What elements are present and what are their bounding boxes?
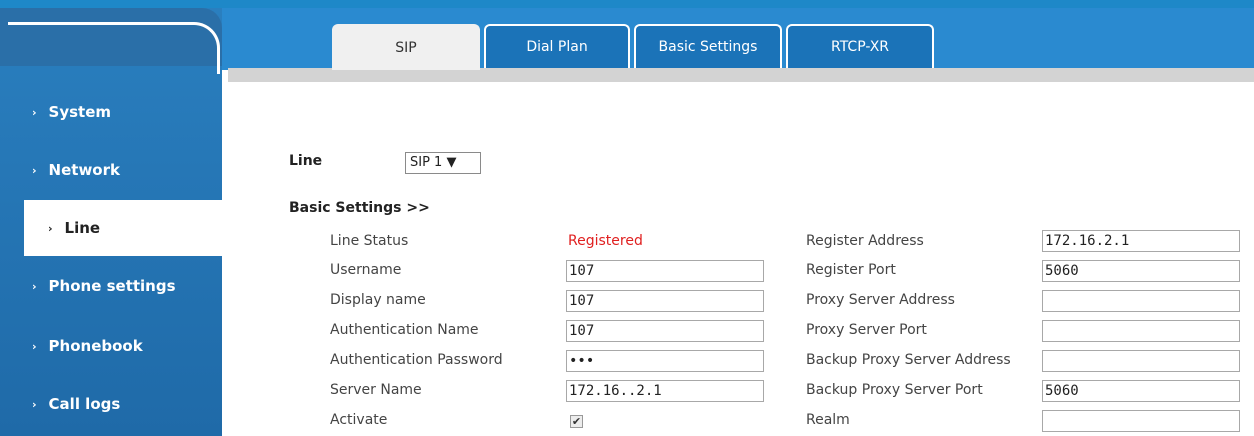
sidebar-header (0, 8, 222, 74)
display-name-field[interactable]: 107 (566, 290, 764, 312)
activate-label: Activate (330, 412, 388, 428)
sidebar-item-label: Phonebook (48, 337, 143, 355)
line-label: Line (289, 153, 323, 169)
tab-rtcp-xr[interactable]: RTCP-XR (786, 24, 934, 68)
display-name-label: Display name (330, 292, 426, 308)
auth-name-label: Authentication Name (330, 322, 479, 338)
sidebar-item-label: System (48, 103, 112, 121)
line-select[interactable]: SIP 1 ▼ (405, 152, 481, 174)
sidebar-item-label: Call logs (48, 395, 121, 413)
server-name-field[interactable]: 172.16..2.1 (566, 380, 764, 402)
top-strip (0, 0, 1254, 8)
proxy-address-field[interactable] (1042, 290, 1240, 312)
chevron-right-icon: › (48, 221, 53, 235)
tab-label: Basic Settings (658, 39, 758, 55)
sidebar-item-call-logs[interactable]: › Call logs (0, 376, 222, 432)
proxy-port-label: Proxy Server Port (806, 322, 927, 338)
chevron-right-icon: › (32, 339, 37, 353)
tab-label: RTCP-XR (830, 39, 890, 55)
chevron-right-icon: › (32, 105, 37, 119)
tab-dial-plan[interactable]: Dial Plan (484, 24, 630, 68)
backup-proxy-address-label: Backup Proxy Server Address (806, 352, 1011, 368)
section-title: Basic Settings >> (289, 200, 430, 216)
activate-checkbox[interactable]: ✔ (570, 415, 583, 428)
username-label: Username (330, 262, 402, 278)
register-address-field[interactable]: 172.16.2.1 (1042, 230, 1240, 252)
sidebar-item-label: Line (64, 219, 101, 237)
realm-field[interactable] (1042, 410, 1240, 432)
auth-password-field[interactable]: ••• (566, 350, 764, 372)
sidebar-item-label: Phone settings (48, 277, 176, 295)
tab-label: Dial Plan (526, 39, 588, 55)
proxy-address-label: Proxy Server Address (806, 292, 955, 308)
auth-name-field[interactable]: 107 (566, 320, 764, 342)
server-name-label: Server Name (330, 382, 422, 398)
sidebar-item-system[interactable]: › System (0, 84, 222, 140)
tab-sip[interactable]: SIP (332, 24, 480, 70)
chevron-right-icon: › (32, 397, 37, 411)
backup-proxy-port-label: Backup Proxy Server Port (806, 382, 983, 398)
register-port-field[interactable]: 5060 (1042, 260, 1240, 282)
sidebar-header-frame (8, 22, 220, 74)
realm-label: Realm (806, 412, 850, 428)
chevron-right-icon: › (32, 279, 37, 293)
tab-underline (228, 68, 1254, 82)
tab-basic-settings[interactable]: Basic Settings (634, 24, 782, 68)
sidebar-item-label: Network (48, 161, 120, 179)
sidebar-item-network[interactable]: › Network (0, 142, 222, 198)
sidebar-item-phone-settings[interactable]: › Phone settings (0, 258, 222, 314)
chevron-right-icon: › (32, 163, 37, 177)
sidebar-item-phonebook[interactable]: › Phonebook (0, 318, 222, 374)
tab-label: SIP (395, 40, 417, 56)
backup-proxy-address-field[interactable] (1042, 350, 1240, 372)
username-field[interactable]: 107 (566, 260, 764, 282)
auth-password-label: Authentication Password (330, 352, 503, 368)
sidebar-item-line[interactable]: › Line (24, 200, 222, 256)
register-address-label: Register Address (806, 233, 924, 249)
proxy-port-field[interactable] (1042, 320, 1240, 342)
line-status-label: Line Status (330, 233, 409, 249)
register-port-label: Register Port (806, 262, 896, 278)
backup-proxy-port-field[interactable]: 5060 (1042, 380, 1240, 402)
line-status-value: Registered (568, 233, 643, 249)
